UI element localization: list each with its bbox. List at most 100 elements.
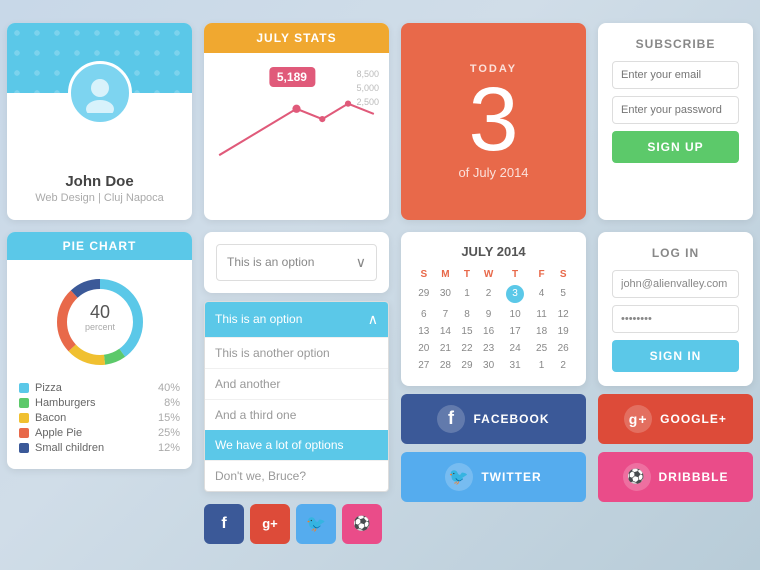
facebook-small-icon: f xyxy=(221,515,226,533)
cal-day[interactable]: 30 xyxy=(435,282,457,306)
login-title: LOG IN xyxy=(612,246,739,260)
avatar xyxy=(68,61,132,125)
cal-day[interactable]: 7 xyxy=(435,306,457,323)
cal-day[interactable]: 31 xyxy=(499,357,530,374)
twitter-big-label: TWITTER xyxy=(481,470,541,484)
cal-day[interactable]: 20 xyxy=(413,340,435,357)
cal-header-w: W xyxy=(478,267,500,282)
subscribe-password-input[interactable] xyxy=(612,96,739,124)
stats-card: JULY STATS 5,189 8,500 5,000 2,500 xyxy=(204,23,389,220)
cal-day[interactable]: 26 xyxy=(552,340,574,357)
cal-day[interactable]: 17 xyxy=(499,323,530,340)
cal-day[interactable]: 16 xyxy=(478,323,500,340)
dropdowns-column: This is an option ∨ This is an option ∧ … xyxy=(204,232,389,548)
dribbble-big-label: DRIBBBLE xyxy=(659,470,729,484)
cal-day[interactable]: 6 xyxy=(413,306,435,323)
profile-subtitle: Web Design | Cluj Napoca xyxy=(35,192,164,204)
cal-day[interactable]: 2 xyxy=(552,357,574,374)
googleplus-big-button[interactable]: g+ GOOGLE+ xyxy=(598,394,753,444)
facebook-small-button[interactable]: f xyxy=(204,504,244,544)
signin-button[interactable]: SIGN IN xyxy=(612,340,739,372)
twitter-small-icon: 🐦 xyxy=(306,514,326,534)
cal-day[interactable]: 27 xyxy=(413,357,435,374)
cal-day[interactable]: 30 xyxy=(478,357,500,374)
legend-dot-smallchildren xyxy=(19,443,29,453)
dropdown-item-3[interactable]: And a third one xyxy=(205,399,388,430)
cal-day[interactable]: 23 xyxy=(478,340,500,357)
cal-day[interactable]: 18 xyxy=(531,323,553,340)
legend-dot-pizza xyxy=(19,383,29,393)
dropdown-item-5[interactable]: Don't we, Bruce? xyxy=(205,460,388,491)
facebook-big-button[interactable]: f FACEBOOK xyxy=(401,394,586,444)
pie-chart-wrap: 40 percent xyxy=(19,272,180,372)
googleplus-big-icon: g+ xyxy=(624,405,652,433)
cal-day[interactable]: 15 xyxy=(456,323,478,340)
cal-day[interactable]: 3 xyxy=(499,282,530,306)
cal-day[interactable]: 8 xyxy=(456,306,478,323)
signup-button[interactable]: SIGN UP xyxy=(612,131,739,163)
googleplus-small-icon: g+ xyxy=(262,516,278,531)
cal-header-t: T xyxy=(456,267,478,282)
cal-day[interactable]: 2 xyxy=(478,282,500,306)
cal-day[interactable]: 21 xyxy=(435,340,457,357)
cal-day[interactable]: 4 xyxy=(531,282,553,306)
twitter-big-button[interactable]: 🐦 TWITTER xyxy=(401,452,586,502)
dribbble-big-icon: ⚽ xyxy=(623,463,651,491)
cal-day[interactable]: 29 xyxy=(456,357,478,374)
cal-header-t2: T xyxy=(499,267,530,282)
calendar-card: JULY 2014 S M T W T F S xyxy=(401,232,586,386)
calendar-table: S M T W T F S 29 30 1 xyxy=(413,267,574,374)
cal-header-m: M xyxy=(435,267,457,282)
today-date: of July 2014 xyxy=(458,165,528,180)
cal-day[interactable]: 14 xyxy=(435,323,457,340)
dropdown-open-header[interactable]: This is an option ∧ xyxy=(205,302,388,337)
facebook-big-icon: f xyxy=(437,405,465,433)
googleplus-small-button[interactable]: g+ xyxy=(250,504,290,544)
dropdown-item-1[interactable]: This is another option xyxy=(205,337,388,368)
cal-day[interactable]: 1 xyxy=(456,282,478,306)
twitter-big-icon: 🐦 xyxy=(445,463,473,491)
cal-day[interactable]: 1 xyxy=(531,357,553,374)
login-email-input[interactable] xyxy=(612,270,739,298)
chevron-up-icon: ∧ xyxy=(368,311,378,328)
login-password-input[interactable] xyxy=(612,305,739,333)
cal-day[interactable]: 9 xyxy=(478,306,500,323)
cal-day[interactable]: 5 xyxy=(552,282,574,306)
chevron-down-icon: ∨ xyxy=(356,254,366,271)
social-icons-row: f g+ 🐦 ⚽ xyxy=(204,500,389,548)
profile-card: John Doe Web Design | Cluj Napoca xyxy=(7,23,192,220)
twitter-small-button[interactable]: 🐦 xyxy=(296,504,336,544)
login-column: LOG IN SIGN IN g+ GOOGLE+ ⚽ DRIBBBLE xyxy=(598,232,753,502)
cal-day[interactable]: 25 xyxy=(531,340,553,357)
dribbble-small-button[interactable]: ⚽ xyxy=(342,504,382,544)
cal-day[interactable]: 19 xyxy=(552,323,574,340)
cal-day[interactable]: 10 xyxy=(499,306,530,323)
profile-header xyxy=(7,23,192,93)
facebook-big-label: FACEBOOK xyxy=(473,412,549,426)
profile-name: John Doe xyxy=(65,173,133,190)
googleplus-big-label: GOOGLE+ xyxy=(660,412,727,426)
legend-dot-bacon xyxy=(19,413,29,423)
cal-day[interactable]: 12 xyxy=(552,306,574,323)
cal-day[interactable]: 29 xyxy=(413,282,435,306)
cal-day[interactable]: 28 xyxy=(435,357,457,374)
dropdown-closed[interactable]: This is an option ∨ xyxy=(216,244,377,281)
cal-day[interactable]: 24 xyxy=(499,340,530,357)
calendar-column: JULY 2014 S M T W T F S xyxy=(401,232,586,502)
dropdown-open-card: This is an option ∧ This is another opti… xyxy=(204,301,389,492)
today-card: TODAY 3 of July 2014 xyxy=(401,23,586,220)
pie-body: 40 percent Pizza40% Hamburgers8% Bacon15… xyxy=(7,260,192,469)
cal-day[interactable]: 11 xyxy=(531,306,553,323)
dropdown-open-label: This is an option xyxy=(215,312,302,326)
today-number: 3 xyxy=(468,75,518,165)
subscribe-email-input[interactable] xyxy=(612,61,739,89)
stats-chart xyxy=(214,83,379,166)
cal-day[interactable]: 13 xyxy=(413,323,435,340)
cal-day[interactable]: 22 xyxy=(456,340,478,357)
pie-center-label: percent xyxy=(84,322,115,332)
legend-item: Bacon15% xyxy=(19,412,180,424)
dropdown-item-4[interactable]: We have a lot of options xyxy=(205,430,388,460)
legend-item: Small children12% xyxy=(19,442,180,454)
dropdown-item-2[interactable]: And another xyxy=(205,368,388,399)
dribbble-big-button[interactable]: ⚽ DRIBBBLE xyxy=(598,452,753,502)
